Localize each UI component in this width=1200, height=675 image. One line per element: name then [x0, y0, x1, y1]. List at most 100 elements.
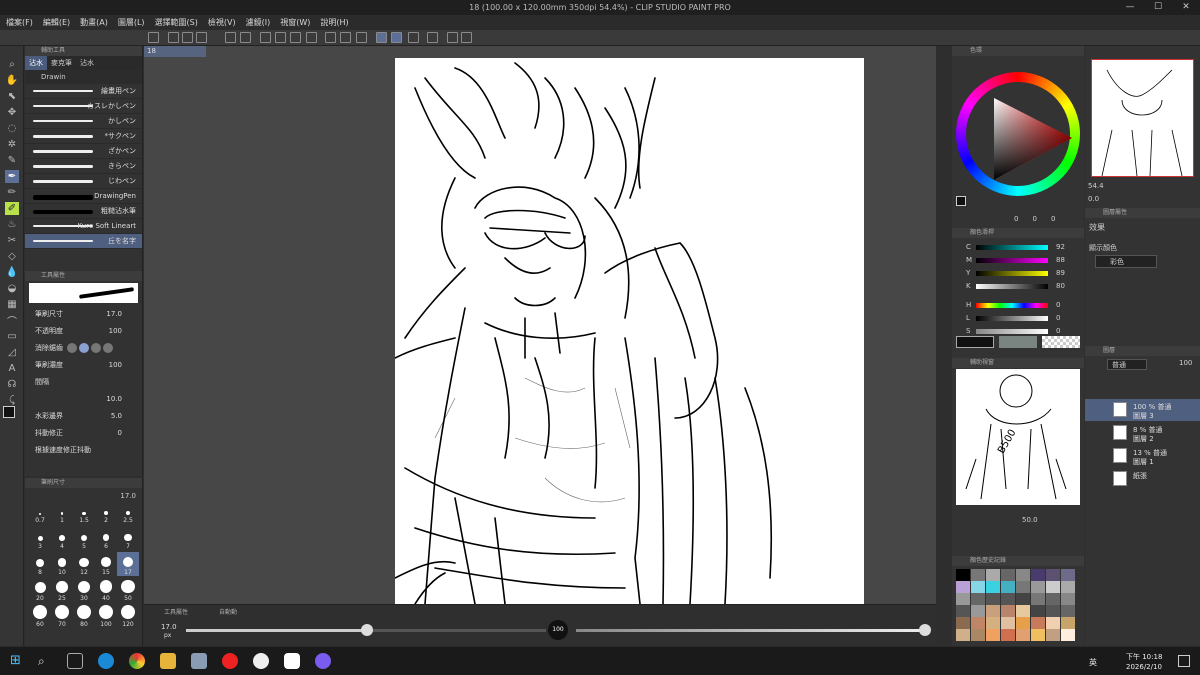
history-swatch[interactable] — [1031, 593, 1045, 605]
new-file-icon[interactable] — [168, 32, 179, 43]
text-tool-icon[interactable]: A — [5, 362, 19, 375]
minimize-button[interactable]: — — [1116, 0, 1144, 15]
redo-icon[interactable] — [240, 32, 251, 43]
brush-item[interactable]: ざかペン — [25, 144, 142, 159]
history-swatch[interactable] — [1016, 617, 1030, 629]
history-swatch[interactable] — [1001, 593, 1015, 605]
history-swatch[interactable] — [986, 581, 1000, 593]
close-button[interactable]: ✕ — [1172, 0, 1200, 15]
color-slider-c[interactable]: C 92 — [966, 242, 1081, 252]
history-swatch[interactable] — [1061, 617, 1075, 629]
color-slider-l[interactable]: L0 — [966, 313, 1081, 323]
tab-marker[interactable]: 麥克筆 — [47, 56, 76, 70]
opacity-slider-handle[interactable] — [919, 624, 931, 636]
brush-item[interactable]: Kuro Soft Lineart — [25, 219, 142, 234]
clear-icon[interactable] — [340, 32, 351, 43]
youtube-icon[interactable] — [222, 653, 238, 669]
history-swatch[interactable] — [956, 593, 970, 605]
frame-icon[interactable]: ▭ — [5, 330, 19, 343]
home-icon[interactable] — [148, 32, 159, 43]
layer-row[interactable]: 紙張 — [1085, 468, 1200, 490]
menu-window[interactable]: 視窗(W) — [280, 17, 310, 28]
pen-tool-icon[interactable]: ✒ — [5, 170, 19, 183]
special-ruler-icon[interactable] — [391, 32, 402, 43]
color-slider-y[interactable]: Y 89 — [966, 268, 1081, 278]
history-swatch[interactable] — [1031, 569, 1045, 581]
clip-studio-icon[interactable] — [284, 653, 300, 669]
edge-icon[interactable] — [98, 653, 114, 669]
lasso-icon[interactable]: ◌ — [5, 122, 19, 135]
history-swatch[interactable] — [1001, 581, 1015, 593]
device-icon[interactable] — [427, 32, 438, 43]
brush-tool-icon[interactable]: ✐ — [5, 202, 19, 215]
history-swatch[interactable] — [1001, 569, 1015, 581]
color-slider-m[interactable]: M 88 — [966, 255, 1081, 265]
pencil-tool-icon[interactable]: ✏ — [5, 186, 19, 199]
fill-tool-icon[interactable]: ◒ — [5, 282, 19, 295]
history-swatch[interactable] — [986, 617, 1000, 629]
maximize-button[interactable]: ☐ — [1144, 0, 1172, 15]
prop-spacing[interactable]: 間隔 — [25, 373, 142, 390]
app-icon[interactable] — [253, 653, 269, 669]
brush-item[interactable]: きらペン — [25, 159, 142, 174]
ruler-snap-icon[interactable] — [376, 32, 387, 43]
prop-stabilization[interactable]: 抖動修正 0 — [25, 424, 142, 441]
brush-size-option[interactable]: 120 — [117, 604, 139, 628]
history-swatch[interactable] — [1061, 593, 1075, 605]
brush-size-option[interactable]: 20 — [29, 578, 51, 602]
layer-row[interactable]: 100 % 普通 圖層 3 — [1085, 399, 1200, 421]
brush-size-option[interactable]: 7 — [117, 526, 139, 550]
color-preview-current[interactable] — [956, 336, 994, 348]
tab-pen[interactable]: 沾水 — [25, 56, 47, 70]
history-swatch[interactable] — [971, 629, 985, 641]
current-color-swatch[interactable] — [956, 196, 966, 206]
history-swatch[interactable] — [986, 569, 1000, 581]
ime-indicator[interactable]: 英 — [1089, 657, 1097, 668]
auto-select-icon[interactable]: ✲ — [5, 138, 19, 151]
history-swatch[interactable] — [971, 593, 985, 605]
subview-reference-image[interactable]: B500 — [956, 369, 1080, 505]
history-swatch[interactable] — [986, 593, 1000, 605]
brush-item[interactable]: カスレかしペン — [25, 99, 142, 114]
brush-size-option[interactable]: 8 — [29, 552, 51, 576]
blend-icon[interactable]: 💧 — [5, 266, 19, 279]
navigator-thumbnail[interactable] — [1091, 59, 1194, 177]
history-swatch[interactable] — [971, 617, 985, 629]
brush-size-option[interactable]: 0.7 — [29, 500, 51, 524]
undo-icon[interactable] — [225, 32, 236, 43]
color-triangle[interactable] — [992, 96, 1074, 184]
history-swatch[interactable] — [1016, 593, 1030, 605]
chrome-icon[interactable] — [129, 653, 145, 669]
brush-size-option[interactable]: 2.5 — [117, 500, 139, 524]
tab-other[interactable]: 沾水 — [76, 56, 98, 70]
menu-help[interactable]: 說明(H) — [320, 17, 348, 28]
tab-tool-property[interactable]: 工具屬性 — [164, 607, 188, 616]
brush-item[interactable]: *サクペン — [25, 129, 142, 144]
history-swatch[interactable] — [956, 581, 970, 593]
brush-size-option[interactable]: 1.5 — [73, 500, 95, 524]
menu-layer[interactable]: 圖層(L) — [118, 17, 145, 28]
main-color-swatch[interactable] — [3, 406, 15, 418]
eyedropper-icon[interactable]: ✎ — [5, 154, 19, 167]
document-tab[interactable]: 18 — [144, 46, 206, 57]
history-swatch[interactable] — [971, 569, 985, 581]
history-swatch[interactable] — [1001, 605, 1015, 617]
menu-edit[interactable]: 編輯(E) — [43, 17, 70, 28]
brush-size-option[interactable]: 4 — [51, 526, 73, 550]
prop-density[interactable]: 筆刷濃度 100 — [25, 356, 142, 373]
photo-app-icon[interactable] — [191, 653, 207, 669]
brush-item[interactable]: DrawingPen — [25, 189, 142, 204]
brush-group-label[interactable]: Drawin — [25, 70, 142, 84]
help-icon[interactable] — [447, 32, 458, 43]
history-swatch[interactable] — [1046, 593, 1060, 605]
history-swatch[interactable] — [1031, 605, 1045, 617]
save-icon[interactable] — [196, 32, 207, 43]
brush-size-option[interactable]: 60 — [29, 604, 51, 628]
history-swatch[interactable] — [1001, 617, 1015, 629]
decoration-icon[interactable]: ✂ — [5, 234, 19, 247]
history-swatch[interactable] — [1031, 629, 1045, 641]
history-swatch[interactable] — [1016, 569, 1030, 581]
brush-item[interactable]: じわペン — [25, 174, 142, 189]
history-swatch[interactable] — [956, 629, 970, 641]
brush-size-option[interactable]: 3 — [29, 526, 51, 550]
